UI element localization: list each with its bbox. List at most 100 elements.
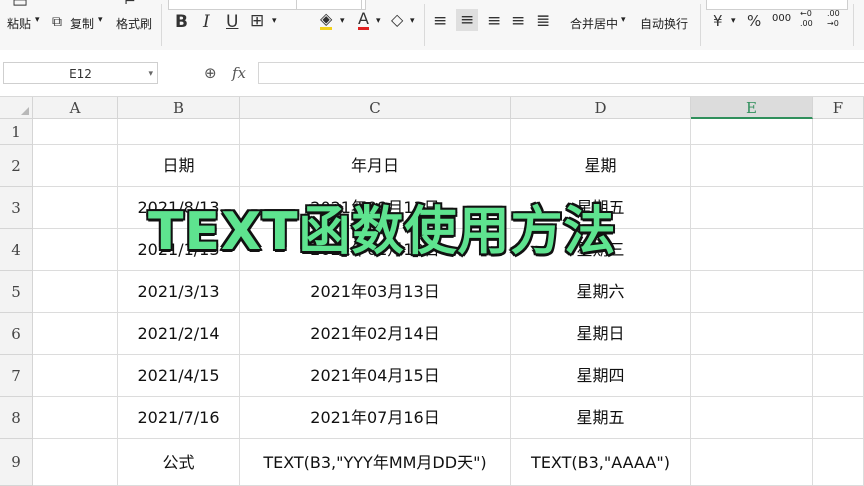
cell-c6[interactable]: 2021年02月14日 bbox=[240, 313, 511, 355]
align-right-icon[interactable]: ≡ bbox=[487, 11, 501, 31]
row-header-1[interactable]: 1 bbox=[0, 119, 33, 145]
row-header-6[interactable]: 6 bbox=[0, 313, 33, 355]
cell-d5[interactable]: 星期六 bbox=[511, 271, 691, 313]
cell-d1[interactable] bbox=[511, 119, 691, 145]
cell-b5[interactable]: 2021/3/13 bbox=[118, 271, 240, 313]
cell-f6[interactable] bbox=[813, 313, 864, 355]
column-header-a[interactable]: A bbox=[33, 97, 118, 119]
cell-c2[interactable]: 年月日 bbox=[240, 145, 511, 187]
column-header-b[interactable]: B bbox=[118, 97, 240, 119]
row-header-5[interactable]: 5 bbox=[0, 271, 33, 313]
clear-format-icon[interactable]: ◇ bbox=[391, 10, 403, 30]
underline-button[interactable]: U bbox=[226, 12, 238, 32]
paste-dropdown-icon[interactable]: ▾ bbox=[35, 15, 40, 25]
currency-dropdown-icon[interactable]: ▾ bbox=[731, 16, 736, 26]
cell-d6[interactable]: 星期日 bbox=[511, 313, 691, 355]
formula-input[interactable] bbox=[258, 62, 864, 84]
cell-e7[interactable] bbox=[691, 355, 813, 397]
cell-c9[interactable]: TEXT(B3,"YYY年MM月DD天") bbox=[240, 439, 511, 486]
name-box-dropdown-icon[interactable]: ▾ bbox=[148, 63, 153, 85]
cell-a1[interactable] bbox=[33, 119, 118, 145]
cell-f1[interactable] bbox=[813, 119, 864, 145]
select-all-corner[interactable] bbox=[0, 97, 33, 119]
cell-c1[interactable] bbox=[240, 119, 511, 145]
cell-e9[interactable] bbox=[691, 439, 813, 486]
cell-e4[interactable] bbox=[691, 229, 813, 271]
thousands-separator-icon[interactable]: 000 bbox=[772, 13, 791, 24]
format-painter-button[interactable]: 格式刷 bbox=[116, 15, 152, 32]
cell-e2[interactable] bbox=[691, 145, 813, 187]
cell-f9[interactable] bbox=[813, 439, 864, 486]
paste-button[interactable]: 粘贴 bbox=[7, 15, 31, 32]
cell-f4[interactable] bbox=[813, 229, 864, 271]
name-box[interactable]: E12 ▾ bbox=[3, 62, 158, 84]
row-header-8[interactable]: 8 bbox=[0, 397, 33, 439]
justify-icon[interactable]: ≡ bbox=[511, 11, 525, 31]
cell-c7[interactable]: 2021年04月15日 bbox=[240, 355, 511, 397]
distributed-align-icon[interactable]: ≣ bbox=[536, 11, 550, 31]
cell-d8[interactable]: 星期五 bbox=[511, 397, 691, 439]
cell-c5[interactable]: 2021年03月13日 bbox=[240, 271, 511, 313]
cell-b2[interactable]: 日期 bbox=[118, 145, 240, 187]
clear-format-dropdown-icon[interactable]: ▾ bbox=[410, 16, 415, 26]
align-left-icon[interactable]: ≡ bbox=[433, 11, 447, 31]
copy-dropdown-icon[interactable]: ▾ bbox=[98, 15, 103, 25]
cell-e6[interactable] bbox=[691, 313, 813, 355]
row-header-2[interactable]: 2 bbox=[0, 145, 33, 187]
merge-center-button[interactable]: 合并居中 bbox=[570, 15, 618, 32]
cell-b1[interactable] bbox=[118, 119, 240, 145]
increase-decimal-icon[interactable]: ←0 .00 bbox=[800, 9, 822, 29]
column-header-f[interactable]: F bbox=[813, 97, 864, 119]
cell-b6[interactable]: 2021/2/14 bbox=[118, 313, 240, 355]
row-header-7[interactable]: 7 bbox=[0, 355, 33, 397]
row-header-3[interactable]: 3 bbox=[0, 187, 33, 229]
cell-a4[interactable] bbox=[33, 229, 118, 271]
cell-f7[interactable] bbox=[813, 355, 864, 397]
cell-a9[interactable] bbox=[33, 439, 118, 486]
row-header-9[interactable]: 9 bbox=[0, 439, 33, 486]
fill-color-dropdown-icon[interactable]: ▾ bbox=[340, 16, 345, 26]
cell-e1[interactable] bbox=[691, 119, 813, 145]
cell-f5[interactable] bbox=[813, 271, 864, 313]
cell-a5[interactable] bbox=[33, 271, 118, 313]
percent-icon[interactable]: % bbox=[747, 11, 761, 31]
cell-c8[interactable]: 2021年07月16日 bbox=[240, 397, 511, 439]
cell-e3[interactable] bbox=[691, 187, 813, 229]
fx-icon[interactable]: fx bbox=[232, 62, 246, 84]
fill-color-icon[interactable]: ◈ bbox=[320, 10, 333, 30]
cell-a2[interactable] bbox=[33, 145, 118, 187]
cell-a6[interactable] bbox=[33, 313, 118, 355]
cell-a3[interactable] bbox=[33, 187, 118, 229]
cell-b9[interactable]: 公式 bbox=[118, 439, 240, 486]
decrease-decimal-icon[interactable]: .00 →0 bbox=[827, 9, 849, 29]
font-color-icon[interactable]: A bbox=[358, 10, 369, 30]
cell-a8[interactable] bbox=[33, 397, 118, 439]
cell-d7[interactable]: 星期四 bbox=[511, 355, 691, 397]
cell-f2[interactable] bbox=[813, 145, 864, 187]
merge-center-dropdown-icon[interactable]: ▾ bbox=[621, 15, 626, 25]
column-header-d[interactable]: D bbox=[511, 97, 691, 119]
row-header-4[interactable]: 4 bbox=[0, 229, 33, 271]
cell-d9[interactable]: TEXT(B3,"AAAA") bbox=[511, 439, 691, 486]
cell-b7[interactable]: 2021/4/15 bbox=[118, 355, 240, 397]
currency-icon[interactable]: ¥ bbox=[713, 11, 723, 31]
wrap-text-button[interactable]: 自动换行 bbox=[640, 15, 688, 32]
cell-f3[interactable] bbox=[813, 187, 864, 229]
font-color-dropdown-icon[interactable]: ▾ bbox=[376, 16, 381, 26]
border-icon[interactable]: ⊞ bbox=[250, 11, 264, 31]
align-center-icon[interactable]: ≡ bbox=[456, 9, 479, 31]
cell-d2[interactable]: 星期 bbox=[511, 145, 691, 187]
cell-e5[interactable] bbox=[691, 271, 813, 313]
copy-button[interactable]: 复制 bbox=[70, 15, 94, 32]
cell-a7[interactable] bbox=[33, 355, 118, 397]
cell-e8[interactable] bbox=[691, 397, 813, 439]
column-header-e[interactable]: E bbox=[691, 97, 813, 119]
zoom-search-icon[interactable]: ⊕ bbox=[204, 62, 217, 84]
bold-button[interactable]: B bbox=[175, 12, 188, 32]
column-header-c[interactable]: C bbox=[240, 97, 511, 119]
paste-icon[interactable]: ▭ bbox=[12, 0, 28, 12]
border-dropdown-icon[interactable]: ▾ bbox=[272, 16, 277, 26]
cell-f8[interactable] bbox=[813, 397, 864, 439]
italic-button[interactable]: I bbox=[203, 12, 210, 32]
cell-b8[interactable]: 2021/7/16 bbox=[118, 397, 240, 439]
